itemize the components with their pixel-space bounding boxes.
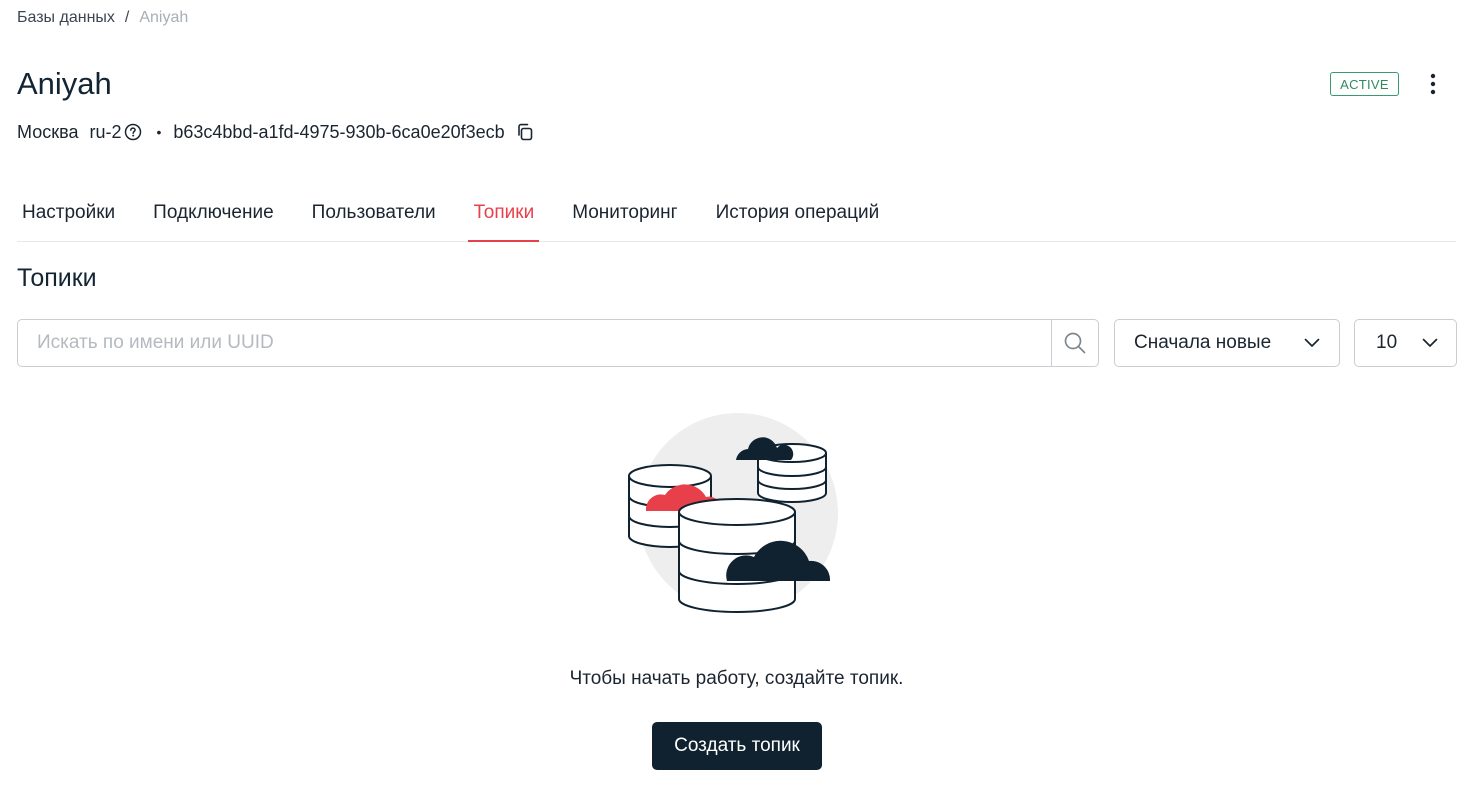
meta-separator: •	[156, 124, 162, 140]
breadcrumb-current: Aniyah	[139, 9, 189, 26]
search-button[interactable]	[1051, 320, 1098, 366]
more-options-button[interactable]	[1418, 70, 1448, 98]
create-topic-button[interactable]: Создать топик	[652, 722, 822, 770]
search-box	[17, 319, 1099, 367]
chevron-down-icon	[1422, 338, 1438, 347]
page-title: Aniyah	[17, 66, 112, 101]
copy-icon[interactable]	[515, 122, 535, 142]
vertical-dots-icon	[1430, 73, 1436, 95]
tab-monitoring[interactable]: Мониторинг	[572, 186, 677, 241]
breadcrumb: Базы данных / Aniyah	[17, 9, 188, 27]
tab-connection[interactable]: Подключение	[153, 186, 273, 241]
tab-operations-history[interactable]: История операций	[716, 186, 880, 241]
status-badge: ACTIVE	[1330, 72, 1399, 96]
tab-settings[interactable]: Настройки	[22, 186, 115, 241]
page-size-select[interactable]: 10	[1354, 319, 1457, 367]
breadcrumb-databases-link[interactable]: Базы данных	[17, 9, 115, 27]
tab-bar: Настройки Подключение Пользователи Топик…	[17, 186, 1456, 242]
search-input[interactable]	[18, 320, 1051, 366]
database-clouds-icon	[628, 413, 838, 613]
sort-select[interactable]: Сначала новые	[1114, 319, 1340, 367]
database-uuid: b63c4bbd-a1fd-4975-930b-6ca0e20f3ecb	[173, 121, 505, 142]
breadcrumb-separator: /	[124, 9, 130, 26]
question-circle-icon[interactable]	[124, 123, 142, 141]
search-icon	[1064, 332, 1086, 354]
empty-state-message: Чтобы начать работу, создайте топик.	[569, 668, 904, 689]
region-label: ru-2	[89, 121, 122, 142]
tab-users[interactable]: Пользователи	[312, 186, 436, 241]
database-meta: Москва ru-2 • b63c4bbd-a1fd-4975-930b-6c…	[17, 119, 535, 145]
city-label: Москва	[17, 121, 79, 142]
tab-topics[interactable]: Топики	[467, 186, 539, 242]
page-size-value: 10	[1376, 332, 1398, 353]
chevron-down-icon	[1304, 338, 1320, 347]
section-title: Топики	[17, 264, 97, 292]
empty-state-illustration	[620, 405, 845, 620]
sort-select-value: Сначала новые	[1134, 332, 1272, 353]
